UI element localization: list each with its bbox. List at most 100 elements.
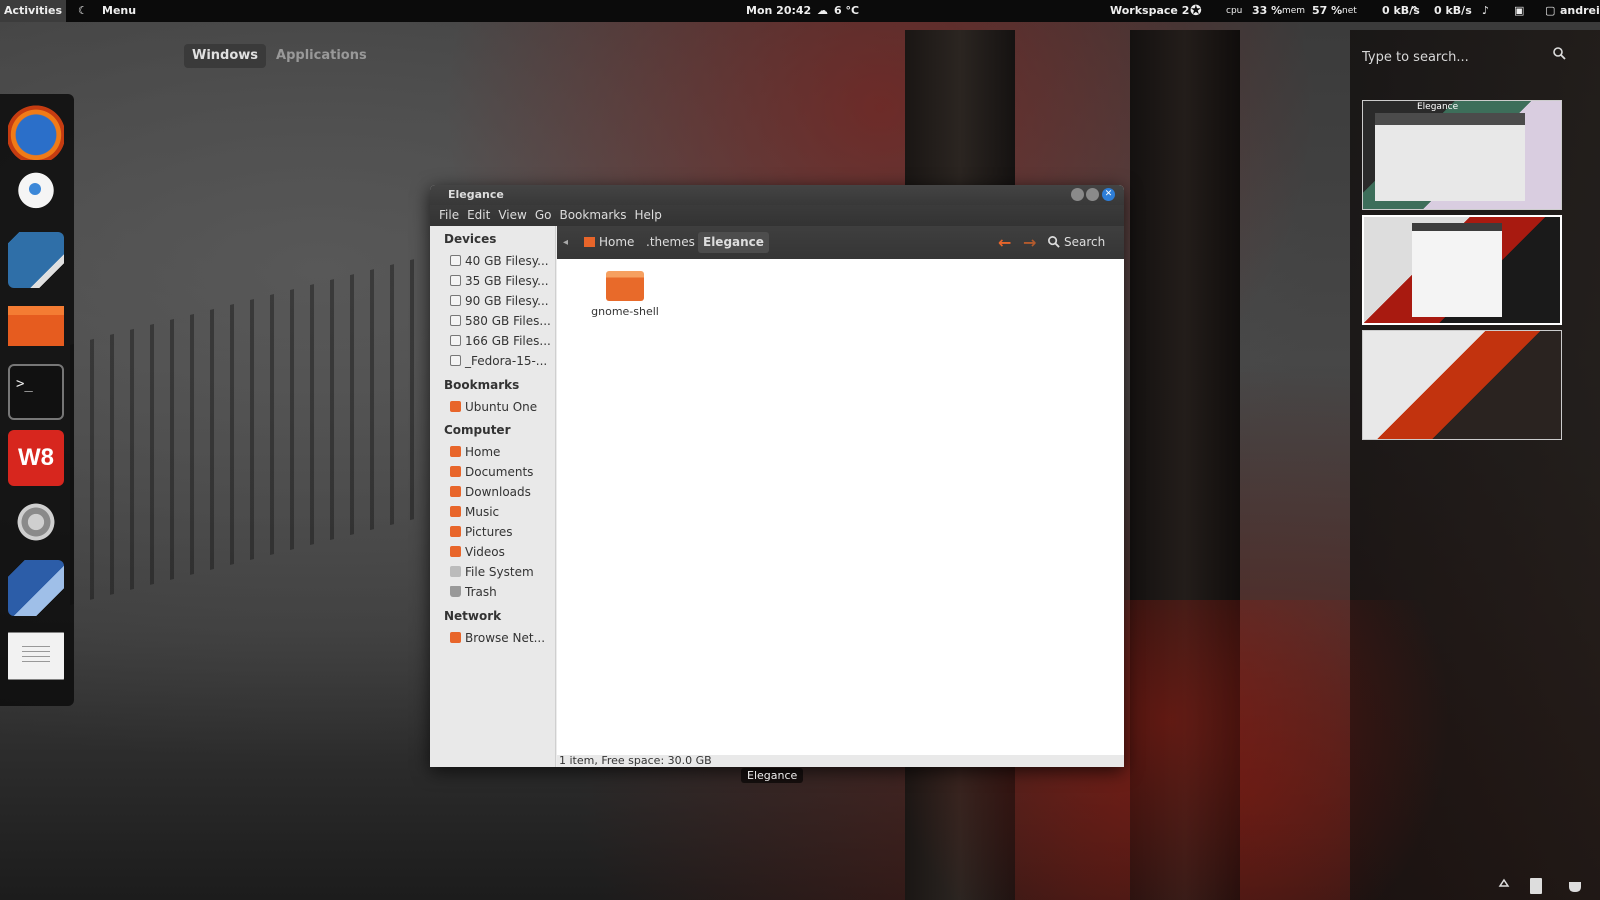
- menu-help[interactable]: Help: [631, 205, 666, 226]
- breadcrumb-home[interactable]: Home: [579, 232, 639, 253]
- menu-file[interactable]: File: [435, 205, 463, 226]
- weather-temperature[interactable]: 6 °C: [834, 0, 859, 22]
- clipboard-icon[interactable]: [1530, 878, 1542, 894]
- user-icon[interactable]: ▢: [1545, 0, 1555, 22]
- sidebar-item-device[interactable]: 580 GB Files...: [450, 314, 550, 328]
- breadcrumb-current[interactable]: Elegance: [698, 232, 769, 253]
- menu-icon[interactable]: ☾: [78, 0, 88, 22]
- menu-bookmarks[interactable]: Bookmarks: [555, 205, 630, 226]
- music-icon: [450, 506, 461, 517]
- terminal-icon[interactable]: >_: [8, 364, 64, 420]
- search-button-label: Search: [1064, 235, 1106, 249]
- sidebar-item-label: Browse Net...: [465, 631, 546, 645]
- mem-value[interactable]: 57 %: [1312, 0, 1342, 22]
- net-upload[interactable]: 0 kB/s: [1434, 0, 1472, 22]
- minimize-button[interactable]: [1071, 188, 1084, 201]
- maximize-button[interactable]: [1086, 188, 1099, 201]
- window-titlebar[interactable]: Elegance ✕: [430, 185, 1124, 205]
- breadcrumb-themes[interactable]: .themes: [641, 232, 700, 253]
- drive-icon: [450, 275, 461, 286]
- sidebar-item-label: 40 GB Filesy...: [465, 254, 549, 268]
- sidebar-item-label: Trash: [465, 585, 497, 599]
- sidebar-item-device[interactable]: _Fedora-15-...: [450, 354, 550, 368]
- sidebar-item-file-system[interactable]: File System: [450, 565, 550, 579]
- close-button[interactable]: ✕: [1102, 188, 1115, 201]
- statusbar: 1 item, Free space: 30.0 GB: [557, 754, 1124, 767]
- net-label[interactable]: net: [1342, 0, 1357, 22]
- pictures-icon: [450, 526, 461, 537]
- user-menu[interactable]: andrei: [1560, 0, 1600, 22]
- home-folder-icon[interactable]: [8, 298, 64, 354]
- weather-icon[interactable]: ☁: [817, 0, 828, 22]
- sidebar-item-documents[interactable]: Documents: [450, 465, 550, 479]
- search-button[interactable]: Search: [1047, 232, 1105, 253]
- window-preview: [1375, 113, 1525, 201]
- cpu-label: cpu: [1226, 6, 1243, 16]
- drive-icon: [450, 335, 461, 346]
- sidebar-item-label: 580 GB Files...: [465, 314, 550, 328]
- mem-label: mem: [1282, 6, 1306, 16]
- clock[interactable]: Mon 20:42: [746, 0, 811, 22]
- settings-icon[interactable]: [8, 494, 64, 550]
- sidebar-item-music[interactable]: Music: [450, 505, 550, 519]
- breadcrumb-scroll-left-icon[interactable]: ◂: [563, 226, 568, 259]
- sidebar-item-label: Home: [465, 445, 501, 459]
- back-arrow-icon[interactable]: ←: [998, 226, 1011, 259]
- forward-arrow-icon[interactable]: →: [1023, 226, 1036, 259]
- drive-icon: [450, 315, 461, 326]
- menu-view[interactable]: View: [494, 205, 530, 226]
- volume-icon[interactable]: ♪: [1482, 0, 1489, 22]
- chat-icon[interactable]: [8, 168, 64, 224]
- file-item[interactable]: gnome-shell: [585, 271, 665, 318]
- menubar: File Edit View Go Bookmarks Help: [430, 205, 1124, 226]
- workspace-thumbnail-3[interactable]: [1362, 330, 1562, 440]
- workspace-thumbnail-1[interactable]: Elegance: [1362, 100, 1562, 210]
- cup-icon[interactable]: [1567, 878, 1585, 894]
- upload-arrow-icon: ^: [1410, 4, 1420, 17]
- sidebar-item-device[interactable]: 35 GB Filesy...: [450, 274, 550, 288]
- menu-button[interactable]: Menu: [102, 0, 136, 22]
- sidebar-item-browse-network[interactable]: Browse Net...: [450, 631, 550, 645]
- image-viewer-icon[interactable]: [8, 232, 64, 288]
- text-editor-icon[interactable]: [8, 628, 64, 684]
- sidebar-item-label: Documents: [465, 465, 534, 479]
- search-icon: [1048, 236, 1060, 248]
- sidebar-item-device[interactable]: 166 GB Files...: [450, 334, 550, 348]
- recycle-icon[interactable]: [1495, 878, 1513, 894]
- menu-edit[interactable]: Edit: [463, 205, 494, 226]
- sidebar-item-ubuntu-one[interactable]: Ubuntu One: [450, 400, 550, 414]
- search-icon[interactable]: [1552, 46, 1566, 60]
- sidebar-item-label: File System: [465, 565, 534, 579]
- network-icon: [450, 632, 461, 643]
- sidebar-item-downloads[interactable]: Downloads: [450, 485, 550, 499]
- tab-applications[interactable]: Applications: [268, 44, 375, 68]
- search-input[interactable]: [1362, 46, 1560, 69]
- workspace-thumbnail-2[interactable]: [1362, 215, 1562, 325]
- file-manager-window[interactable]: Elegance ✕ File Edit View Go Bookmarks H…: [430, 185, 1124, 767]
- virtualbox-icon[interactable]: [8, 560, 64, 616]
- menu-go[interactable]: Go: [531, 205, 556, 226]
- sidebar-item-videos[interactable]: Videos: [450, 545, 550, 559]
- accessibility-icon[interactable]: ✪: [1190, 0, 1202, 22]
- documents-icon: [450, 466, 461, 477]
- sidebar-item-pictures[interactable]: Pictures: [450, 525, 550, 539]
- file-view[interactable]: gnome-shell: [557, 259, 1124, 755]
- sidebar-item-device[interactable]: 90 GB Filesy...: [450, 294, 550, 308]
- cpu-value[interactable]: 33 %: [1252, 0, 1282, 22]
- workspace-indicator[interactable]: Workspace 2: [1110, 0, 1189, 22]
- sidebar-item-device[interactable]: 40 GB Filesy...: [450, 254, 550, 268]
- window-preview: [1412, 223, 1502, 317]
- sidebar-item-home[interactable]: Home: [450, 445, 550, 459]
- firefox-icon[interactable]: [8, 104, 64, 160]
- downloads-icon: [450, 486, 461, 497]
- sidebar-item-trash[interactable]: Trash: [450, 585, 550, 599]
- tab-windows[interactable]: Windows: [184, 44, 267, 68]
- usb-icon[interactable]: ▣: [1514, 0, 1524, 22]
- places-sidebar: Devices 40 GB Filesy... 35 GB Filesy... …: [430, 226, 556, 767]
- w8-icon[interactable]: W8: [8, 430, 64, 486]
- location-toolbar: ◂ Home .themes Elegance ← → Search: [557, 226, 1124, 259]
- folder-icon: [450, 401, 461, 412]
- sidebar-item-label: 166 GB Files...: [465, 334, 550, 348]
- sidebar-item-label: Ubuntu One: [465, 400, 538, 414]
- activities-button[interactable]: Activities: [0, 0, 66, 22]
